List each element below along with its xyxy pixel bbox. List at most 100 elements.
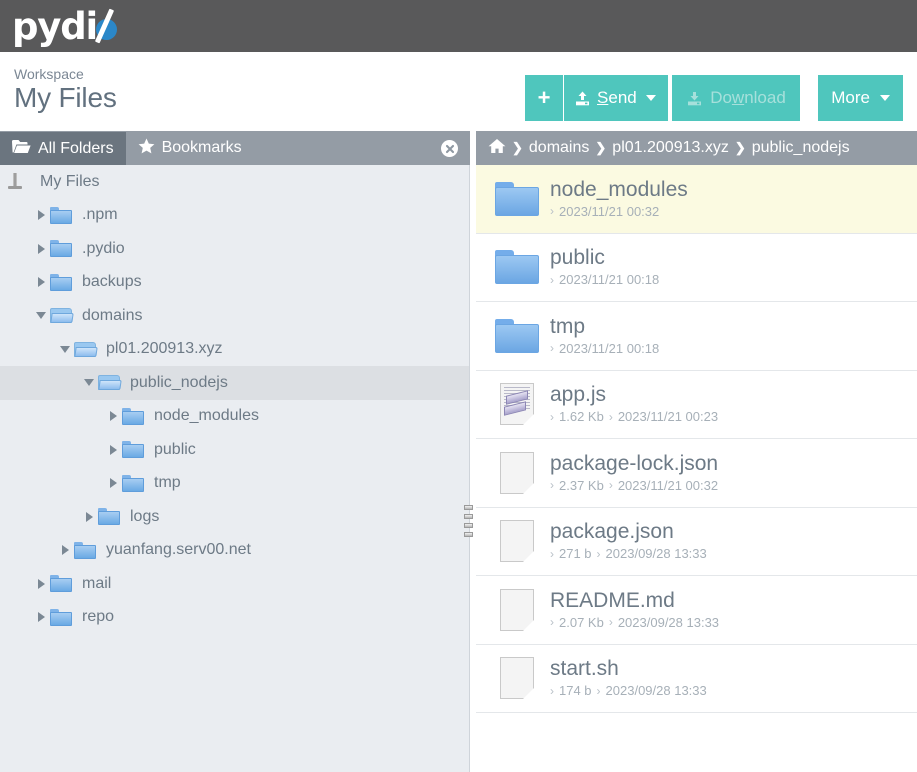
chevron-right-icon[interactable] (104, 441, 122, 459)
chevron-down-icon[interactable] (32, 307, 50, 325)
tree-item-repo[interactable]: repo (0, 601, 469, 635)
file-row-texts: start.sh › 174 b › 2023/09/28 13:33 (550, 658, 707, 699)
file-list-row[interactable]: tmp › 2023/11/21 00:18 (476, 302, 917, 371)
download-button[interactable]: Download (672, 75, 800, 121)
tree-item-label: pl01.200913.xyz (106, 340, 223, 358)
app-logo[interactable]: pydi (12, 3, 125, 49)
folder-tree-panel[interactable]: My Files .npm .pydio backups domains pl01.20… (0, 165, 470, 772)
close-circle-icon[interactable] (441, 140, 458, 157)
tree-item-public[interactable]: public (0, 433, 469, 467)
meta-separator-icon: › (550, 683, 554, 698)
meta-separator-icon: › (608, 409, 613, 424)
breadcrumb-separator: ❯ (595, 140, 607, 155)
file-list-row[interactable]: app.js › 1.62 Kb › 2023/11/21 00:23 (476, 371, 917, 439)
panel-splitter-handle[interactable] (464, 505, 473, 537)
chevron-right-icon[interactable] (56, 541, 74, 559)
tree-item-node-modules[interactable]: node_modules (0, 400, 469, 434)
file-row-texts: package.json › 271 b › 2023/09/28 13:33 (550, 521, 707, 562)
folder-closed-icon (50, 206, 76, 224)
chevron-right-icon[interactable] (80, 508, 98, 526)
meta-separator-icon: › (550, 615, 554, 630)
tree-item-label: node_modules (154, 407, 259, 425)
sidebar-tabs: All Folders Bookmarks (0, 131, 470, 166)
chevron-down-icon (880, 95, 890, 101)
meta-separator-icon: › (550, 409, 554, 424)
more-button[interactable]: More (818, 75, 903, 121)
file-modified-date: 2023/11/21 00:18 (559, 340, 660, 356)
tree-item-label: repo (82, 608, 115, 626)
meta-separator-icon: › (608, 615, 613, 630)
workspace-label: Workspace (14, 66, 84, 82)
file-modified-date: 2023/11/21 00:23 (617, 409, 719, 425)
star-icon (138, 138, 155, 159)
new-send-button-group: + Send (525, 75, 668, 121)
file-list-row[interactable]: public › 2023/11/21 00:18 (476, 234, 917, 302)
file-meta: › 2023/11/21 00:18 (550, 272, 659, 287)
folder-closed-icon (98, 508, 124, 526)
breadcrumb-item-domains[interactable]: domains (529, 139, 589, 157)
document-icon (484, 588, 550, 631)
tree-item-domains[interactable]: domains (0, 299, 469, 333)
chevron-down-icon[interactable] (80, 374, 98, 392)
home-icon[interactable] (488, 138, 506, 159)
send-button[interactable]: Send (564, 75, 668, 121)
chevron-right-icon[interactable] (32, 206, 50, 224)
tree-item-my-files[interactable]: My Files (0, 165, 469, 199)
drive-icon (8, 173, 34, 190)
tree-item-pl01-200913-xyz[interactable]: pl01.200913.xyz (0, 333, 469, 367)
folder-closed-icon (50, 273, 76, 291)
send-label-rest: end (608, 88, 637, 107)
file-list-row[interactable]: node_modules › 2023/11/21 00:32 (476, 165, 917, 234)
folder-icon (484, 318, 550, 353)
meta-separator-icon: › (550, 204, 554, 219)
file-list-panel[interactable]: node_modules › 2023/11/21 00:32 public › 2023… (476, 165, 917, 772)
tab-bookmarks[interactable]: Bookmarks (126, 131, 254, 165)
app-header: pydi (0, 0, 917, 52)
file-row-texts: README.md › 2.07 Kb › 2023/09/28 13:33 (550, 589, 720, 630)
file-size: 1.62 Kb (559, 409, 604, 425)
chevron-right-icon[interactable] (32, 608, 50, 626)
file-meta: › 1.62 Kb › 2023/11/21 00:23 (550, 409, 718, 424)
tree-node-list: .npm .pydio backups domains pl01.200913.xyz p… (0, 199, 469, 635)
tree-item-mail[interactable]: mail (0, 567, 469, 601)
meta-separator-icon: › (596, 683, 601, 698)
file-list-row[interactable]: start.sh › 174 b › 2023/09/28 13:33 (476, 645, 917, 713)
tree-item--pydio[interactable]: .pydio (0, 232, 469, 266)
download-icon (686, 90, 703, 107)
tab-all-folders[interactable]: All Folders (0, 131, 126, 166)
tree-item-public-nodejs[interactable]: public_nodejs (0, 366, 469, 400)
chevron-right-icon[interactable] (104, 474, 122, 492)
tree-item--npm[interactable]: .npm (0, 199, 469, 233)
folder-closed-icon (122, 474, 148, 492)
new-item-button[interactable]: + (525, 75, 565, 121)
file-meta: › 271 b › 2023/09/28 13:33 (550, 546, 707, 561)
tab-all-folders-label: All Folders (38, 139, 114, 157)
more-button-label: More (831, 88, 870, 107)
tree-item-logs[interactable]: logs (0, 500, 469, 534)
chevron-down-icon[interactable] (56, 340, 74, 358)
file-list-row[interactable]: package.json › 271 b › 2023/09/28 13:33 (476, 508, 917, 576)
breadcrumb-item-domain[interactable]: pl01.200913.xyz (612, 139, 729, 157)
chevron-right-icon[interactable] (32, 575, 50, 593)
logo-text: pydi (12, 4, 98, 48)
file-list-row[interactable]: README.md › 2.07 Kb › 2023/09/28 13:33 (476, 576, 917, 645)
document-icon (484, 657, 550, 700)
file-row-texts: app.js › 1.62 Kb › 2023/11/21 00:23 (550, 384, 718, 425)
file-name: tmp (550, 314, 586, 338)
file-modified-date: 2023/11/21 00:32 (617, 477, 719, 493)
meta-separator-icon: › (596, 546, 601, 561)
tree-item-yuanfang-serv00-net[interactable]: yuanfang.serv00.net (0, 534, 469, 568)
chevron-right-icon[interactable] (32, 240, 50, 258)
chevron-right-icon[interactable] (32, 273, 50, 291)
file-modified-date: 2023/09/28 13:33 (605, 683, 707, 699)
breadcrumb-item-current[interactable]: public_nodejs (752, 139, 850, 157)
folder-closed-icon (74, 541, 100, 559)
folder-closed-icon (122, 441, 148, 459)
chevron-right-icon[interactable] (104, 407, 122, 425)
folder-icon (484, 250, 550, 285)
file-list-row[interactable]: package-lock.json › 2.37 Kb › 2023/11/21 00:… (476, 439, 917, 508)
folder-closed-icon (122, 407, 148, 425)
tree-item-tmp[interactable]: tmp (0, 467, 469, 501)
file-modified-date: 2023/09/28 13:33 (617, 614, 720, 630)
tree-item-backups[interactable]: backups (0, 266, 469, 300)
